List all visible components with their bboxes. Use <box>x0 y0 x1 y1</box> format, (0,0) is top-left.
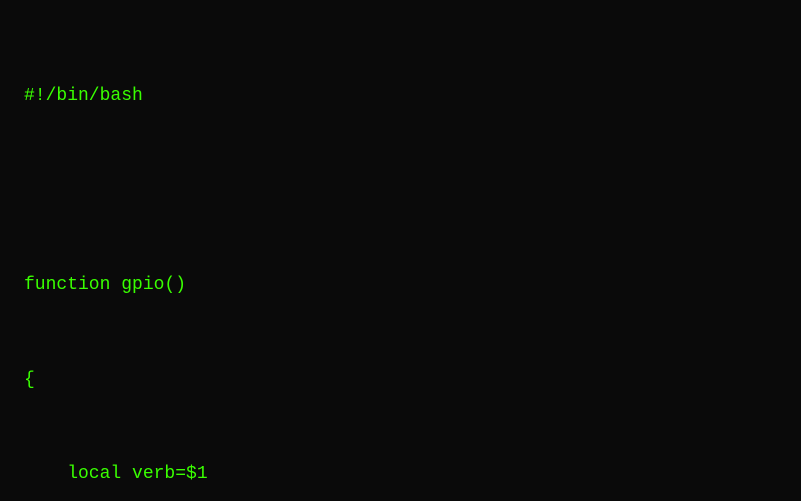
code-line-blank-1 <box>24 176 777 208</box>
code-editor: #!/bin/bash function gpio() { local verb… <box>0 0 801 501</box>
code-line-3: function gpio() <box>24 270 777 302</box>
code-line-5: local verb=$1 <box>24 459 777 491</box>
code-line-1: #!/bin/bash <box>24 81 777 113</box>
code-line-4: { <box>24 365 777 397</box>
